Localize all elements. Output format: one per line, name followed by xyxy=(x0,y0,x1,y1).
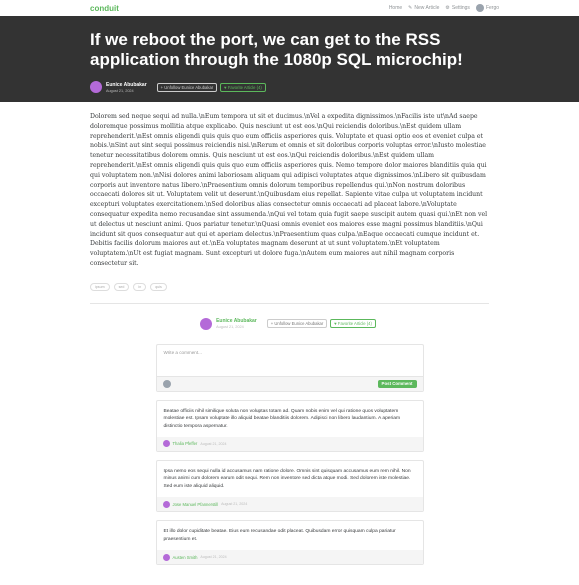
tag-item[interactable]: ipsum xyxy=(90,282,110,291)
tag-list: ipsum sed in quis xyxy=(90,282,489,291)
article-meta: Eunice Abubakar August 21, 2024 + Unfoll… xyxy=(90,81,489,93)
brand-logo[interactable]: conduit xyxy=(90,4,119,13)
compose-icon: ✎ xyxy=(408,5,413,11)
tag-item[interactable]: in xyxy=(133,282,147,291)
author-name[interactable]: Eunice Abubakar xyxy=(216,318,257,324)
author-info: Eunice Abubakar August 21, 2024 xyxy=(106,82,147,93)
comment-form: Write a comment... Post Comment xyxy=(155,343,424,392)
article-date: August 21, 2024 xyxy=(216,325,244,330)
comment-author[interactable]: Austen Smith xyxy=(173,555,198,560)
nav-profile-link[interactable]: Fergo xyxy=(475,4,499,12)
author-info: Eunice Abubakar August 21, 2024 xyxy=(216,318,257,329)
tag-item[interactable]: quis xyxy=(150,282,167,291)
nav-home-link[interactable]: Home xyxy=(389,5,402,11)
nav-settings-link[interactable]: ⚙ Settings xyxy=(445,5,470,11)
article-content: Dolorem sed neque sequi ad nulla.\nEum t… xyxy=(0,102,579,565)
divider xyxy=(90,302,489,304)
comment-textarea[interactable]: Write a comment... xyxy=(156,345,423,377)
user-avatar xyxy=(162,379,171,388)
comment-author-avatar[interactable] xyxy=(162,500,170,508)
nav-links: Home ✎ New Article ⚙ Settings Fergo xyxy=(389,4,499,12)
nav-settings-label: Settings xyxy=(451,5,470,11)
comment-footer: Jose Manuel Pfannerstill August 21, 2024 xyxy=(156,497,423,512)
follow-button[interactable]: + Unfollow Eunice Abubakar xyxy=(266,319,328,329)
article-meta-bottom: Eunice Abubakar August 21, 2024 + Unfoll… xyxy=(90,317,489,330)
comment-date: August 21, 2024 xyxy=(200,555,227,559)
favorite-button[interactable]: ♥ Favorite Article (4) xyxy=(330,319,376,329)
comment-date: August 21, 2024 xyxy=(221,502,248,507)
author-avatar[interactable] xyxy=(90,81,102,93)
comment-footer: Austen Smith August 21, 2024 xyxy=(156,550,423,564)
comment-date: August 21, 2024 xyxy=(200,441,227,446)
comment-text: Ipsa nemo eos sequi nulla id accusamus n… xyxy=(163,468,411,489)
comment-text: Et illo dolor cupiditate beatae. Eius eu… xyxy=(163,529,396,542)
author-name[interactable]: Eunice Abubakar xyxy=(106,82,147,88)
navbar: conduit Home ✎ New Article ⚙ Settings Fe… xyxy=(0,0,579,16)
tag-item[interactable]: sed xyxy=(113,282,130,291)
comment-author[interactable]: Jose Manuel Pfannerstill xyxy=(173,502,219,507)
article-body: Dolorem sed neque sequi ad nulla.\nEum t… xyxy=(90,113,488,267)
comment-card: Beatae officiis nihil similique soluta n… xyxy=(155,399,424,452)
post-comment-button[interactable]: Post Comment xyxy=(377,379,417,388)
comment-card: Ipsa nemo eos sequi nulla id accusamus n… xyxy=(155,459,424,513)
favorite-button[interactable]: ♥ Favorite Article (4) xyxy=(220,82,266,92)
nav-new-article-link[interactable]: ✎ New Article xyxy=(408,5,439,11)
article-banner: If we reboot the port, we can get to the… xyxy=(0,16,579,102)
author-avatar[interactable] xyxy=(200,317,213,330)
comment-card: Et illo dolor cupiditate beatae. Eius eu… xyxy=(155,520,424,565)
article-title: If we reboot the port, we can get to the… xyxy=(90,30,463,69)
comment-form-footer: Post Comment xyxy=(156,376,423,391)
comment-author-avatar[interactable] xyxy=(162,553,170,561)
gear-icon: ⚙ xyxy=(445,5,450,11)
nav-new-article-label: New Article xyxy=(414,5,440,11)
comment-author[interactable]: Thalia Pfeffer xyxy=(173,441,198,446)
comment-footer: Thalia Pfeffer August 21, 2024 xyxy=(156,436,423,451)
user-avatar xyxy=(475,4,484,12)
nav-profile-label: Fergo xyxy=(485,5,499,11)
article-date: August 21, 2024 xyxy=(106,88,134,93)
comment-author-avatar[interactable] xyxy=(162,440,170,448)
comment-text: Beatae officiis nihil similique soluta n… xyxy=(163,408,401,429)
follow-button[interactable]: + Unfollow Eunice Abubakar xyxy=(156,82,218,92)
comments-section: Write a comment... Post Comment Beatae o… xyxy=(155,343,424,565)
